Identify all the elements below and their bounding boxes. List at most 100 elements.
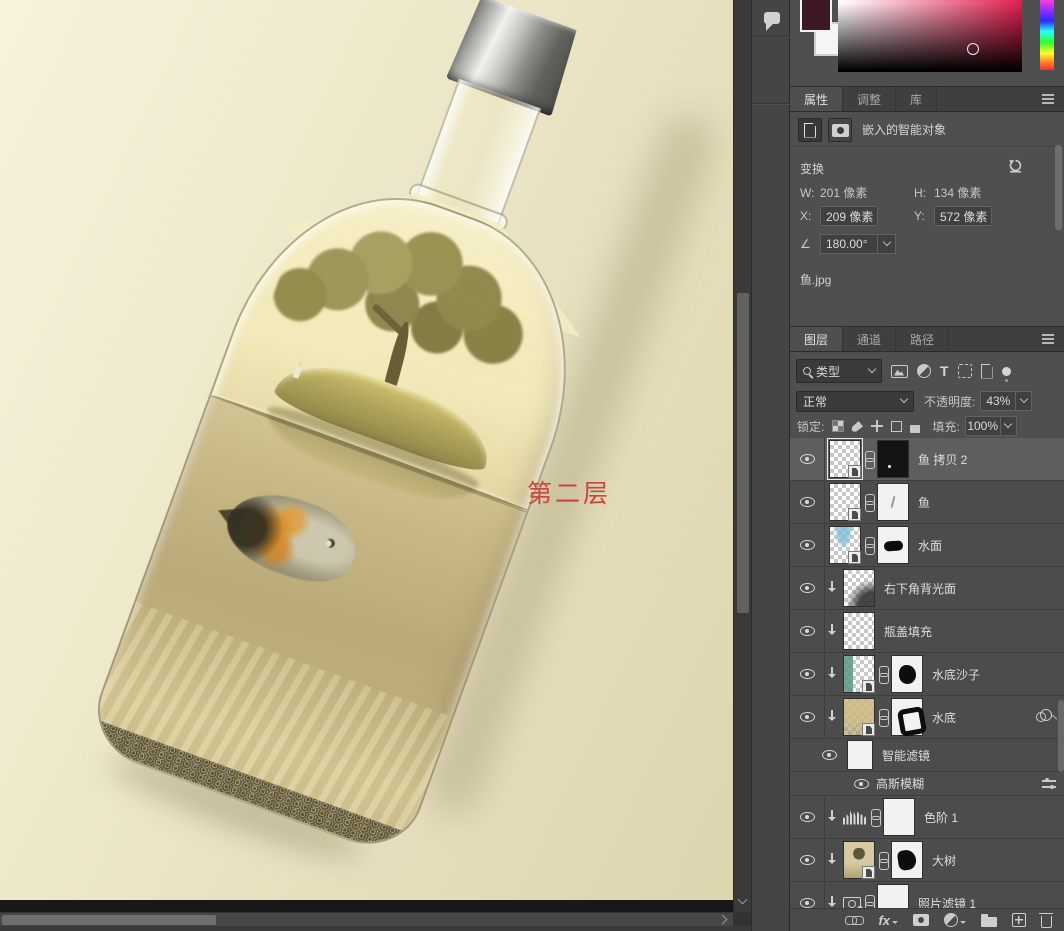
layer-thumbnail[interactable] xyxy=(843,841,875,879)
link-layers-icon[interactable] xyxy=(845,916,863,924)
tab-properties[interactable]: 属性 xyxy=(790,87,843,111)
visibility-toggle[interactable] xyxy=(790,653,825,695)
hue-slider[interactable] xyxy=(1040,0,1054,70)
layer-name[interactable]: 色阶 1 xyxy=(924,809,958,826)
layer-mask-thumbnail[interactable] xyxy=(891,698,923,736)
filter-name[interactable]: 高斯模糊 xyxy=(876,775,924,792)
layer-mask-thumbnail[interactable] xyxy=(883,798,915,836)
blend-mode-dropdown[interactable]: 正常 xyxy=(796,391,914,412)
visibility-toggle[interactable] xyxy=(790,839,825,881)
layer-thumbnail[interactable] xyxy=(843,569,875,607)
lock-pixels-icon[interactable] xyxy=(852,420,864,432)
visibility-toggle[interactable] xyxy=(790,481,825,523)
canvas-vertical-scrollbar[interactable] xyxy=(733,0,751,912)
layer-name[interactable]: 照片滤镜 1 xyxy=(918,895,976,909)
smart-filters-label[interactable]: 智能滤镜 xyxy=(882,747,930,764)
filter-toggle-pin-icon[interactable] xyxy=(1002,367,1011,376)
foreground-color-swatch[interactable] xyxy=(800,0,832,32)
layer-mask-thumbnail[interactable] xyxy=(891,655,923,693)
document-canvas[interactable]: 第二层 xyxy=(0,0,733,900)
fill-input[interactable]: 100% xyxy=(965,416,1001,436)
panel-scrollbar[interactable] xyxy=(1055,145,1062,230)
layer-thumbnail[interactable] xyxy=(829,483,861,521)
layer-row[interactable]: 水底沙子 xyxy=(790,653,1064,696)
layer-mask-thumbnail[interactable] xyxy=(877,483,909,521)
panel-menu-icon[interactable] xyxy=(1042,334,1054,336)
tab-libraries[interactable]: 库 xyxy=(896,87,937,111)
layer-row[interactable]: 鱼 拷贝 2 xyxy=(790,438,1064,481)
y-position-input[interactable]: 572 像素 xyxy=(934,206,992,226)
new-layer-icon[interactable] xyxy=(1012,913,1026,927)
link-mask-icon[interactable] xyxy=(870,809,880,826)
layer-style-fx-icon[interactable]: fx xyxy=(878,913,890,928)
smart-object-icon[interactable] xyxy=(798,118,822,142)
link-mask-icon[interactable] xyxy=(878,666,888,683)
layer-row[interactable]: 鱼 xyxy=(790,481,1064,524)
tab-adjustments[interactable]: 调整 xyxy=(843,87,896,111)
opacity-input[interactable]: 43% xyxy=(980,391,1016,411)
layer-row[interactable]: 照片滤镜 1 xyxy=(790,882,1064,908)
visibility-toggle[interactable] xyxy=(790,696,825,738)
layer-row[interactable]: 右下角背光面 xyxy=(790,567,1064,610)
canvas-horizontal-scrollbar[interactable] xyxy=(0,912,733,926)
link-mask-icon[interactable] xyxy=(864,537,874,554)
layer-thumbnail[interactable] xyxy=(829,440,861,478)
lock-position-icon[interactable] xyxy=(871,420,883,432)
layer-name[interactable]: 瓶盖填充 xyxy=(884,623,932,640)
filter-item-row[interactable]: 高斯模糊 xyxy=(790,772,1064,796)
opacity-dropdown-button[interactable] xyxy=(1016,391,1032,411)
visibility-toggle[interactable] xyxy=(790,796,825,838)
filter-kind-dropdown[interactable]: 类型 xyxy=(796,359,882,383)
layer-mask-thumbnail[interactable] xyxy=(891,841,923,879)
layer-row[interactable]: 水面 xyxy=(790,524,1064,567)
color-picker-cursor[interactable] xyxy=(967,43,979,55)
visibility-toggle[interactable] xyxy=(812,739,847,771)
layer-row[interactable]: 瓶盖填充 xyxy=(790,610,1064,653)
link-mask-icon[interactable] xyxy=(878,852,888,869)
scroll-right-arrow-icon[interactable] xyxy=(718,915,728,925)
layer-mask-thumbnail[interactable] xyxy=(877,884,909,908)
layer-mask-thumbnail[interactable] xyxy=(877,440,909,478)
panel-scrollbar[interactable] xyxy=(1058,700,1064,772)
delete-layer-icon[interactable] xyxy=(1041,916,1052,928)
link-mask-icon[interactable] xyxy=(864,451,874,468)
layer-thumbnail[interactable] xyxy=(829,526,861,564)
filter-type-layers-icon[interactable]: T xyxy=(940,364,949,378)
smart-filter-mask-thumbnail[interactable] xyxy=(847,740,873,770)
mask-properties-icon[interactable] xyxy=(828,118,852,142)
smart-filters-row[interactable]: 智能滤镜 xyxy=(790,739,1064,772)
new-adjustment-layer-icon[interactable] xyxy=(944,913,958,927)
layer-name[interactable]: 水面 xyxy=(918,537,942,554)
layer-name[interactable]: 水底 xyxy=(932,709,956,726)
horizontal-scrollbar-thumb[interactable] xyxy=(2,915,216,925)
visibility-toggle[interactable] xyxy=(790,438,825,480)
smart-filter-toggle-icon[interactable] xyxy=(1036,712,1046,722)
layer-name[interactable]: 鱼 拷贝 2 xyxy=(918,451,967,468)
collapse-arrow-icon[interactable] xyxy=(1049,715,1057,723)
fill-dropdown-button[interactable] xyxy=(1001,416,1017,436)
rotation-dropdown-button[interactable] xyxy=(878,234,896,254)
link-mask-icon[interactable] xyxy=(864,494,874,511)
tab-paths[interactable]: 路径 xyxy=(896,327,949,351)
rotation-input[interactable]: 180.00° xyxy=(820,234,878,254)
link-mask-icon[interactable] xyxy=(878,709,888,726)
new-group-icon[interactable] xyxy=(981,917,997,927)
visibility-toggle[interactable] xyxy=(790,524,825,566)
vertical-scrollbar-thumb[interactable] xyxy=(737,293,749,613)
layer-thumbnail[interactable] xyxy=(843,655,875,693)
visibility-toggle[interactable] xyxy=(790,882,825,908)
layer-row[interactable]: 水底 xyxy=(790,696,1064,739)
visibility-toggle[interactable] xyxy=(848,772,874,795)
filter-options-icon[interactable] xyxy=(1042,779,1056,788)
reset-transform-icon[interactable] xyxy=(1008,158,1023,173)
layer-name[interactable]: 右下角背光面 xyxy=(884,580,956,597)
visibility-toggle[interactable] xyxy=(790,610,825,652)
layer-thumbnail[interactable] xyxy=(843,612,875,650)
filter-smart-objects-icon[interactable] xyxy=(981,364,993,379)
layer-row[interactable]: 大树 xyxy=(790,839,1064,882)
tab-channels[interactable]: 通道 xyxy=(843,327,896,351)
lock-artboard-icon[interactable] xyxy=(891,421,902,432)
tab-layers[interactable]: 图层 xyxy=(790,327,843,351)
lock-all-icon[interactable] xyxy=(910,425,920,433)
filter-shape-layers-icon[interactable] xyxy=(958,364,972,378)
